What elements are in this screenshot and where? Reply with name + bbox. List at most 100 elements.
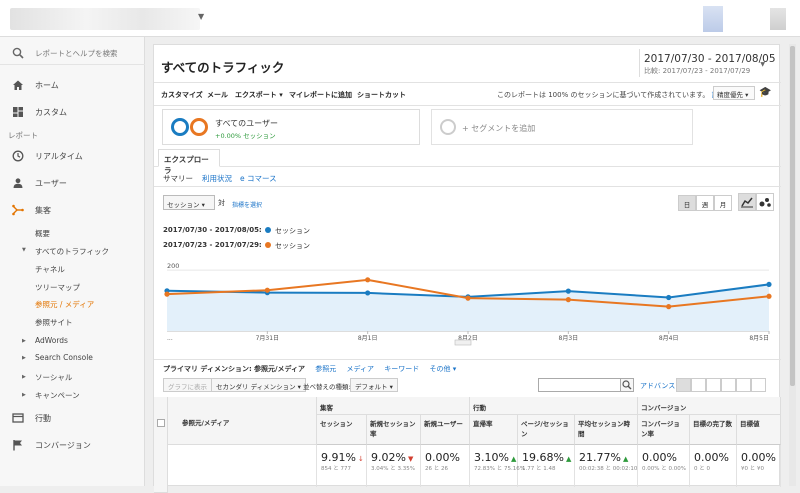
- metric-select[interactable]: セッション ▾: [163, 195, 215, 210]
- view-pie-icon[interactable]: [691, 378, 706, 392]
- sidebar-sub-social[interactable]: ソーシャル: [35, 372, 72, 383]
- date-range-picker[interactable]: 2017/07/30 - 2017/08/05 比較: 2017/07/23 -…: [639, 49, 776, 77]
- graduation-cap-icon[interactable]: 🎓: [759, 87, 771, 98]
- sidebar-sub-search-console[interactable]: Search Console: [35, 353, 93, 362]
- trend-up-icon: ▲: [622, 455, 629, 463]
- subtab-summary[interactable]: サマリー: [163, 173, 193, 184]
- plot-rows-button[interactable]: グラフに表示: [163, 378, 212, 392]
- sidebar-item-acquisition[interactable]: 集客: [0, 201, 145, 219]
- primary-dimension-row: プライマリ ディメンション: 参照元/メディア 参照元 メディア キーワード そ…: [163, 364, 456, 374]
- totals-compare: 72.83% と 75.16%: [474, 466, 525, 472]
- avatar[interactable]: [770, 8, 786, 30]
- expand-triangle-icon[interactable]: ▶: [22, 374, 26, 380]
- totals-compare: 854 と 777: [321, 466, 351, 472]
- sidebar-item-label: リアルタイム: [35, 152, 83, 161]
- shortcut-button[interactable]: ショートカット: [357, 90, 406, 100]
- col-avg-session-duration[interactable]: 平均セッション時間: [575, 415, 638, 445]
- segment-change: +0.00% セッション: [215, 132, 276, 140]
- col-new-session-rate[interactable]: 新規セッション率: [367, 415, 421, 445]
- sidebar-sub-source-medium[interactable]: 参照元 / メディア: [35, 299, 94, 310]
- sidebar-sub-referrals[interactable]: 参照サイト: [35, 317, 73, 328]
- expand-triangle-icon[interactable]: ▶: [22, 338, 26, 344]
- divider: [154, 105, 781, 106]
- expand-triangle-icon[interactable]: ▼: [22, 247, 26, 253]
- col-goal-value[interactable]: 目標値: [737, 415, 781, 445]
- add-segment-button[interactable]: + セグメントを追加: [431, 109, 693, 145]
- expand-triangle-icon[interactable]: ▶: [22, 392, 26, 398]
- precision-select[interactable]: 精度優先 ▾: [713, 86, 755, 100]
- sidebar-sub-treemaps[interactable]: ツリーマップ: [35, 282, 80, 293]
- motion-chart-button[interactable]: [756, 193, 774, 211]
- segment-name: すべてのユーザー: [215, 119, 278, 128]
- totals-label-cell: [168, 445, 317, 487]
- granularity-day[interactable]: 日: [678, 195, 696, 211]
- dim-link-medium[interactable]: メディア: [347, 365, 375, 373]
- col-pages-per-session[interactable]: ページ/セッション: [518, 415, 575, 445]
- view-term-cloud-icon[interactable]: [736, 378, 751, 392]
- expand-triangle-icon[interactable]: ▶: [22, 355, 26, 361]
- chevron-down-icon[interactable]: ▼: [198, 12, 204, 21]
- customize-button[interactable]: カスタマイズ: [161, 90, 203, 100]
- totals-value-text: 0.00%: [694, 451, 729, 464]
- sidebar-item-custom[interactable]: カスタム: [0, 103, 145, 121]
- table-search-input[interactable]: [538, 378, 621, 392]
- sidebar-sub-campaigns[interactable]: キャンペーン: [35, 390, 80, 401]
- view-comparison-icon[interactable]: [721, 378, 736, 392]
- totals-cell: 0.00% ¥0 と ¥0: [737, 445, 781, 487]
- advanced-link[interactable]: アドバンス: [640, 381, 675, 391]
- sidebar-sub-adwords[interactable]: AdWords: [35, 336, 68, 345]
- sidebar-item-realtime[interactable]: リアルタイム: [0, 147, 145, 165]
- sidebar-sub-channels[interactable]: チャネル: [35, 264, 65, 275]
- page-scrollbar[interactable]: [789, 44, 796, 486]
- pick-metric-link[interactable]: 指標を選択: [232, 200, 262, 209]
- sort-type-select[interactable]: デフォルト ▾: [350, 378, 398, 392]
- search-placeholder: レポートとヘルプを検索: [35, 49, 118, 58]
- totals-value: 3.10% ▲: [474, 451, 516, 464]
- select-all-checkbox[interactable]: [157, 419, 165, 427]
- col-goal-completions[interactable]: 目標の完了数: [690, 415, 737, 445]
- sidebar-item-home[interactable]: ホーム: [0, 76, 145, 94]
- subtab-usage[interactable]: 利用状況: [202, 173, 232, 184]
- sidebar-item-users[interactable]: ユーザー: [0, 174, 145, 192]
- sidebar-item-conversions[interactable]: コンバージョン: [0, 436, 145, 454]
- col-new-users[interactable]: 新規ユーザー: [421, 415, 470, 445]
- granularity-week[interactable]: 週: [696, 195, 714, 211]
- totals-compare: 1.77 と 1.48: [522, 466, 556, 472]
- group-behavior: 行動: [470, 397, 638, 415]
- export-button[interactable]: エクスポート ▾: [235, 90, 283, 100]
- sidebar-item-label: 集客: [35, 206, 51, 215]
- granularity-month[interactable]: 月: [714, 195, 732, 211]
- trend-down-icon: ↓: [357, 455, 364, 463]
- sessions-line-chart[interactable]: 200100...7月31日8月1日8月2日8月3日8月4日8月5日: [163, 256, 773, 348]
- add-to-dashboard-button[interactable]: マイレポートに追加: [289, 90, 352, 100]
- x-tick-label: ...: [167, 335, 173, 342]
- view-performance-icon[interactable]: [706, 378, 721, 392]
- email-button[interactable]: メール: [207, 90, 228, 100]
- tab-explorer[interactable]: エクスプローラ: [158, 149, 220, 175]
- subtab-ecommerce[interactable]: e コマース: [240, 173, 277, 184]
- apps-icon[interactable]: [703, 6, 723, 32]
- col-conversion-rate[interactable]: コンバージョン率: [638, 415, 690, 445]
- sidebar-sub-overview[interactable]: 概要: [35, 228, 50, 239]
- segment-card-all-users[interactable]: すべてのユーザー +0.00% セッション: [162, 109, 420, 145]
- secondary-dimension-select[interactable]: セカンダリ ディメンション ▾: [211, 378, 306, 392]
- compare-range: 比較: 2017/07/23 - 2017/07/29: [644, 67, 751, 75]
- reports-section-label: レポート: [8, 131, 38, 140]
- col-sessions[interactable]: セッション: [317, 415, 367, 445]
- scrollbar-thumb[interactable]: [790, 46, 795, 386]
- sidebar-sub-all-traffic[interactable]: すべてのトラフィック: [35, 246, 109, 257]
- view-table-icon[interactable]: [676, 378, 691, 392]
- dim-link-other[interactable]: その他 ▾: [430, 365, 457, 373]
- trend-up-icon: ▲: [565, 455, 572, 463]
- account-selector[interactable]: [10, 8, 200, 30]
- dim-link-keyword[interactable]: キーワード: [384, 365, 419, 373]
- primary-dimension-value: 参照元/メディア: [253, 365, 306, 373]
- table-search-button[interactable]: [620, 378, 634, 392]
- sidebar-item-behavior[interactable]: 行動: [0, 409, 145, 427]
- sidebar-search[interactable]: レポートとヘルプを検索: [0, 43, 145, 65]
- dim-link-source[interactable]: 参照元: [315, 365, 336, 373]
- line-chart-button[interactable]: [738, 193, 756, 211]
- dimension-header[interactable]: 参照元/メディア: [168, 397, 317, 445]
- col-bounce-rate[interactable]: 直帰率: [470, 415, 518, 445]
- view-pivot-icon[interactable]: [751, 378, 766, 392]
